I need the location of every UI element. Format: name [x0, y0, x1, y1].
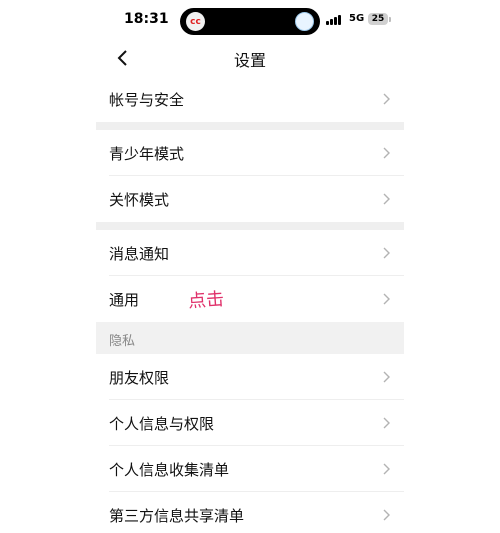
- settings-row-personal-info-permissions[interactable]: 个人信息与权限: [96, 400, 404, 446]
- tap-annotation: 点击: [187, 288, 225, 313]
- row-label: 个人信息与权限: [109, 415, 215, 433]
- status-bar: 18:31 cc 5G 25: [96, 0, 404, 40]
- row-label: 青少年模式: [109, 145, 185, 163]
- network-type: 5G: [349, 13, 365, 24]
- settings-row-third-party-sharing[interactable]: 第三方信息共享清单: [96, 492, 404, 533]
- chevron-right-icon: [383, 193, 390, 205]
- settings-row-notifications[interactable]: 消息通知: [96, 230, 404, 276]
- page-title: 设置: [233, 51, 266, 70]
- chevron-right-icon: [383, 509, 390, 521]
- section-label: 隐私: [109, 334, 136, 349]
- privacy-section-header: 隐私: [96, 322, 404, 354]
- chevron-right-icon: [383, 463, 390, 475]
- nav-bar: 设置: [96, 40, 404, 76]
- battery-tip: [389, 17, 391, 22]
- chevron-right-icon: [383, 417, 390, 429]
- activity-ring-icon: [295, 12, 314, 31]
- row-label: 个人信息收集清单: [109, 461, 230, 479]
- phone-screen: 18:31 cc 5G 25 设置 帐号与安全 青少年模式 关怀模式 消息通知 …: [96, 0, 404, 533]
- chevron-right-icon: [383, 147, 390, 159]
- section-gap: [96, 122, 404, 130]
- cc-app-icon: cc: [186, 12, 205, 31]
- settings-row-account-security[interactable]: 帐号与安全: [96, 76, 404, 122]
- dynamic-island: cc: [180, 8, 320, 35]
- battery-icon: 25: [368, 13, 388, 25]
- row-label: 朋友权限: [109, 369, 170, 387]
- row-label: 关怀模式: [109, 191, 170, 209]
- settings-row-personal-info-collection[interactable]: 个人信息收集清单: [96, 446, 404, 492]
- signal-icon: [326, 14, 341, 25]
- chevron-right-icon: [383, 247, 390, 259]
- chevron-right-icon: [383, 293, 390, 305]
- row-label: 第三方信息共享清单: [109, 507, 245, 525]
- row-label: 通用: [109, 291, 140, 309]
- chevron-right-icon: [383, 371, 390, 383]
- chevron-right-icon: [383, 93, 390, 105]
- row-label: 帐号与安全: [109, 91, 185, 109]
- row-label: 消息通知: [109, 245, 170, 263]
- battery-level: 25: [371, 14, 385, 24]
- settings-row-youth-mode[interactable]: 青少年模式: [96, 130, 404, 176]
- status-time: 18:31: [124, 11, 169, 27]
- settings-row-care-mode[interactable]: 关怀模式: [96, 176, 404, 222]
- settings-row-general[interactable]: 通用: [96, 276, 404, 322]
- settings-row-friend-permissions[interactable]: 朋友权限: [96, 354, 404, 400]
- section-gap: [96, 222, 404, 230]
